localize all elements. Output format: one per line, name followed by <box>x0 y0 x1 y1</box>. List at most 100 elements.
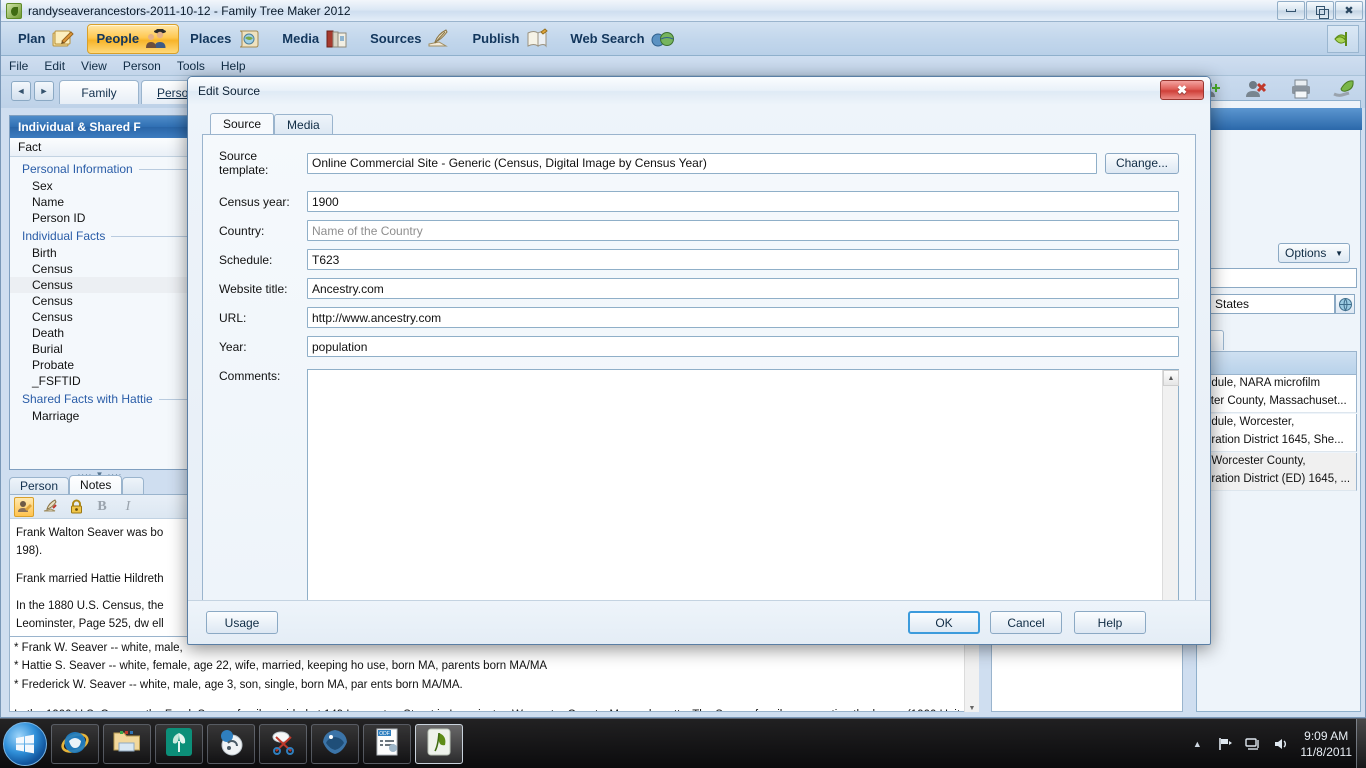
tab-extra[interactable] <box>122 477 145 494</box>
ribbon-item-media[interactable]: Media <box>273 24 359 54</box>
menu-edit[interactable]: Edit <box>44 59 65 73</box>
menu-view[interactable]: View <box>81 59 107 73</box>
notes-overflow-text[interactable]: * Frank W. Seaver -- white, male, * Hatt… <box>9 636 979 712</box>
year-input[interactable]: population <box>307 336 1179 357</box>
lock-icon[interactable] <box>66 497 86 517</box>
list-item[interactable]: , Worcester County, eration District (ED… <box>1200 453 1357 491</box>
minimize-button[interactable] <box>1277 1 1305 20</box>
ribbon-label-people: People <box>96 31 140 46</box>
fact-row-fsftid[interactable]: _FSFTID <box>10 373 190 389</box>
chevron-up-icon[interactable]: ▲ <box>1188 735 1206 753</box>
ribbon-label-web-search: Web Search <box>570 31 645 46</box>
clock[interactable]: 9:09 AM 11/8/2011 <box>1300 728 1352 760</box>
side-panel-text-field[interactable] <box>1200 268 1357 288</box>
globe-search-icon[interactable] <box>1335 294 1355 314</box>
forward-button[interactable]: ► <box>34 81 54 101</box>
notes-text[interactable]: Frank Walton Seaver was bo 198). Frank m… <box>10 519 190 634</box>
person-note-icon[interactable] <box>14 496 34 517</box>
menu-file[interactable]: File <box>9 59 28 73</box>
ok-button[interactable]: OK <box>908 611 980 634</box>
scroll-up-icon[interactable]: ▲ <box>1163 370 1179 386</box>
field-row-url: URL: http://www.ancestry.com <box>219 307 1179 328</box>
research-note-icon[interactable] <box>40 497 60 517</box>
taskbar-odf-document[interactable]: ODF <box>363 723 411 764</box>
taskbar-windows-explorer[interactable] <box>103 723 151 764</box>
change-button[interactable]: Change... <box>1105 152 1179 174</box>
url-input[interactable]: http://www.ancestry.com <box>307 307 1179 328</box>
notes-scrollbar[interactable]: ▼ <box>964 636 979 712</box>
options-button[interactable]: Options ▼ <box>1278 243 1350 263</box>
fact-row-probate[interactable]: Probate <box>10 357 190 373</box>
side-panel-place-field[interactable]: d States <box>1200 294 1335 314</box>
list-item[interactable]: edule, Worcester, eration District 1645,… <box>1200 414 1357 452</box>
list-item-line1: edule, Worcester, <box>1205 416 1295 428</box>
individual-shared-facts-panel: Individual & Shared F Fact Personal Info… <box>9 115 191 470</box>
fact-row-burial[interactable]: Burial <box>10 341 190 357</box>
back-button[interactable]: ◄ <box>11 81 31 101</box>
fact-row-census-2[interactable]: Census <box>10 277 190 293</box>
tab-source[interactable]: Source <box>210 113 275 134</box>
fact-row-sex[interactable]: Sex <box>10 178 190 194</box>
taskbar-internet-explorer[interactable] <box>51 723 99 764</box>
ribbon-item-sources[interactable]: Sources <box>361 24 461 54</box>
speaker-icon[interactable] <box>1272 735 1290 753</box>
list-item[interactable]: edule, NARA microfilm ster County, Massa… <box>1200 375 1357 413</box>
maximize-button[interactable] <box>1306 1 1334 20</box>
country-input[interactable]: Name of the Country <box>307 220 1179 241</box>
taskbar-thunderbird[interactable] <box>311 723 359 764</box>
green-leaf-arrow-icon[interactable] <box>1327 25 1359 53</box>
ribbon-item-people[interactable]: People <box>87 23 180 54</box>
fact-row-death[interactable]: Death <box>10 325 190 341</box>
fact-group-personal-information: Personal Information <box>10 159 190 178</box>
notepad-pencil-icon <box>50 28 76 50</box>
notes-line-2: 198). <box>16 544 43 557</box>
start-button[interactable] <box>3 721 47 766</box>
fact-row-person-id[interactable]: Person ID <box>10 210 190 226</box>
dialog-content: Source Media Source template: Online Com… <box>202 113 1196 627</box>
comments-scrollbar[interactable]: ▲ ▼ <box>1162 370 1179 626</box>
menu-help[interactable]: Help <box>221 59 246 73</box>
show-desktop-button[interactable] <box>1356 719 1366 768</box>
ribbon-item-web-search[interactable]: Web Search <box>561 24 684 54</box>
bold-label: B <box>97 498 107 514</box>
field-row-schedule: Schedule: T623 <box>219 249 1179 270</box>
close-button[interactable]: ✖ <box>1335 1 1363 20</box>
chevron-down-icon[interactable]: ▼ <box>969 705 976 712</box>
books-icon <box>324 28 350 50</box>
action-center-flag-icon[interactable] <box>1216 735 1234 753</box>
fact-row-marriage[interactable]: Marriage <box>10 408 190 424</box>
census-year-input[interactable]: 1900 <box>307 191 1179 212</box>
menu-person[interactable]: Person <box>123 59 161 73</box>
cancel-button-label: Cancel <box>1007 615 1045 630</box>
ribbon-item-plan[interactable]: Plan <box>9 24 85 54</box>
network-icon[interactable] <box>1244 735 1262 753</box>
italic-icon[interactable]: I <box>118 497 138 517</box>
taskbar-green-leaf-app[interactable] <box>415 723 463 764</box>
couple-icon <box>144 28 170 50</box>
cancel-button[interactable]: Cancel <box>990 611 1062 634</box>
dialog-close-button[interactable]: ✖ <box>1160 80 1204 100</box>
ribbon-item-publish[interactable]: Publish <box>463 24 559 54</box>
tab-media[interactable]: Media <box>274 114 333 134</box>
fact-row-name[interactable]: Name <box>10 194 190 210</box>
fact-row-census-3[interactable]: Census <box>10 293 190 309</box>
help-button[interactable]: Help <box>1074 611 1146 634</box>
taskbar-snipping-tool[interactable] <box>259 723 307 764</box>
tab-notes[interactable]: Notes <box>69 475 123 494</box>
fact-row-census-4[interactable]: Census <box>10 309 190 325</box>
ribbon-item-places[interactable]: Places <box>181 24 271 54</box>
taskbar-feedly-reader[interactable] <box>207 723 255 764</box>
tab-person-detail[interactable]: Person <box>9 477 70 494</box>
schedule-input[interactable]: T623 <box>307 249 1179 270</box>
fact-row-birth[interactable]: Birth <box>10 245 190 261</box>
usage-button[interactable]: Usage <box>206 611 278 634</box>
bold-icon[interactable]: B <box>92 497 112 517</box>
tab-family[interactable]: Family <box>59 80 139 104</box>
fact-row-census-1[interactable]: Census <box>10 261 190 277</box>
taskbar-family-tree-maker[interactable] <box>155 723 203 764</box>
comments-textarea[interactable]: ▲ ▼ <box>307 369 1179 627</box>
website-title-input[interactable]: Ancestry.com <box>307 278 1179 299</box>
source-template-input[interactable]: Online Commercial Site - Generic (Census… <box>307 152 1097 174</box>
menu-tools[interactable]: Tools <box>177 59 205 73</box>
right-notes-pane[interactable] <box>991 636 1183 712</box>
